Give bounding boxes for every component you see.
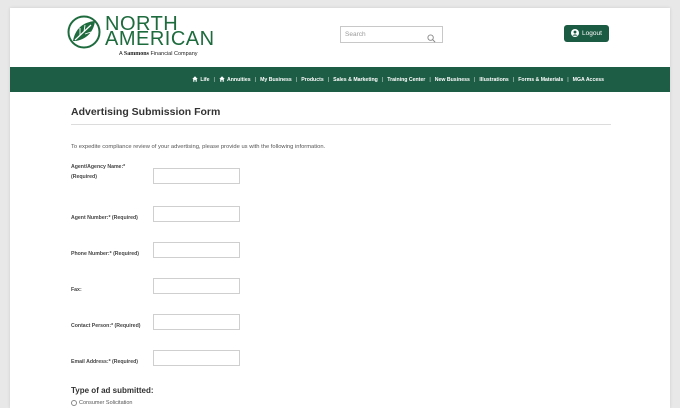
nav-item-annuities[interactable]: Annuities <box>219 75 251 84</box>
agent-agency-name-label: Agent/Agency Name:* (Required) <box>71 162 125 182</box>
user-circle-icon <box>571 28 580 39</box>
nav-separator: | <box>381 76 384 83</box>
nav-item-new-business[interactable]: New Business <box>435 77 470 83</box>
ad-type-option-consumer-solicitation[interactable]: Consumer Solicitation <box>71 400 133 406</box>
logo-tagline: A Sammons Financial Company <box>119 51 198 57</box>
tagline-prefix: A <box>119 51 123 57</box>
search-icon[interactable] <box>427 30 436 48</box>
email-address-label: Email Address:* (Required) <box>71 359 138 365</box>
nav-separator: | <box>473 76 476 83</box>
nav-separator: | <box>429 76 431 83</box>
tagline-brand: Sammons <box>123 51 149 57</box>
email-address-field[interactable] <box>153 350 240 366</box>
main-nav: Life | Annuities | My Business | Product… <box>10 67 670 92</box>
logout-label: Logout <box>582 30 602 37</box>
fax-label: Fax: <box>71 287 82 293</box>
nav-separator: | <box>327 76 330 83</box>
fax-field[interactable] <box>153 278 240 294</box>
nav-item-my-business[interactable]: My Business <box>260 77 292 83</box>
page-title: Advertising Submission Form <box>71 106 611 125</box>
radio-button[interactable] <box>71 400 77 406</box>
agent-number-field[interactable] <box>153 206 240 222</box>
form-intro: To expedite compliance review of your ad… <box>71 144 326 150</box>
logout-button[interactable]: Logout <box>564 25 609 42</box>
company-logo[interactable]: NORTH AMERICAN A Sammons Financial Compa… <box>67 13 237 63</box>
nav-separator: | <box>567 76 569 83</box>
nav-item-forms-materials[interactable]: Forms & Materials <box>518 77 563 83</box>
nav-label: Annuities <box>226 76 251 83</box>
tagline-suffix: Financial Company <box>150 51 198 57</box>
form-content: Advertising Submission Form To expedite … <box>71 106 611 406</box>
nav-item-training-center[interactable]: Training Center <box>387 77 425 83</box>
logo-text-american: AMERICAN <box>105 28 215 50</box>
contact-person-label: Contact Person:* (Required) <box>71 323 141 329</box>
page: NORTH AMERICAN A Sammons Financial Compa… <box>10 8 670 408</box>
ad-type-title: Type of ad submitted: <box>71 386 154 395</box>
nav-item-sales-marketing[interactable]: Sales & Marketing <box>333 77 378 83</box>
nav-item-life[interactable]: Life <box>192 75 210 84</box>
nav-item-mga-access[interactable]: MGA Access <box>573 77 604 83</box>
label-line: (Required) <box>71 174 97 180</box>
home-icon <box>192 75 199 84</box>
nav-item-products[interactable]: Products <box>301 77 323 83</box>
nav-separator: | <box>512 76 515 83</box>
nav-separator: | <box>213 76 215 83</box>
agent-agency-name-field[interactable] <box>153 168 240 184</box>
label-line: Agent/Agency Name:* <box>71 164 126 170</box>
home-icon <box>219 75 225 84</box>
search-input[interactable] <box>341 27 421 42</box>
header: NORTH AMERICAN A Sammons Financial Compa… <box>10 8 670 68</box>
contact-person-field[interactable] <box>153 314 240 330</box>
phone-number-label: Phone Number:* (Required) <box>71 251 140 257</box>
nav-separator: | <box>254 76 257 83</box>
agent-number-label: Agent Number:* (Required) <box>71 215 138 221</box>
nav-label: Life <box>200 76 210 83</box>
radio-label: Consumer Solicitation <box>79 400 133 406</box>
nav-separator: | <box>295 76 298 83</box>
leaf-logo-icon <box>67 15 101 49</box>
search-box <box>340 26 443 43</box>
nav-item-illustrations[interactable]: Illustrations <box>479 77 508 83</box>
phone-number-field[interactable] <box>153 242 240 258</box>
